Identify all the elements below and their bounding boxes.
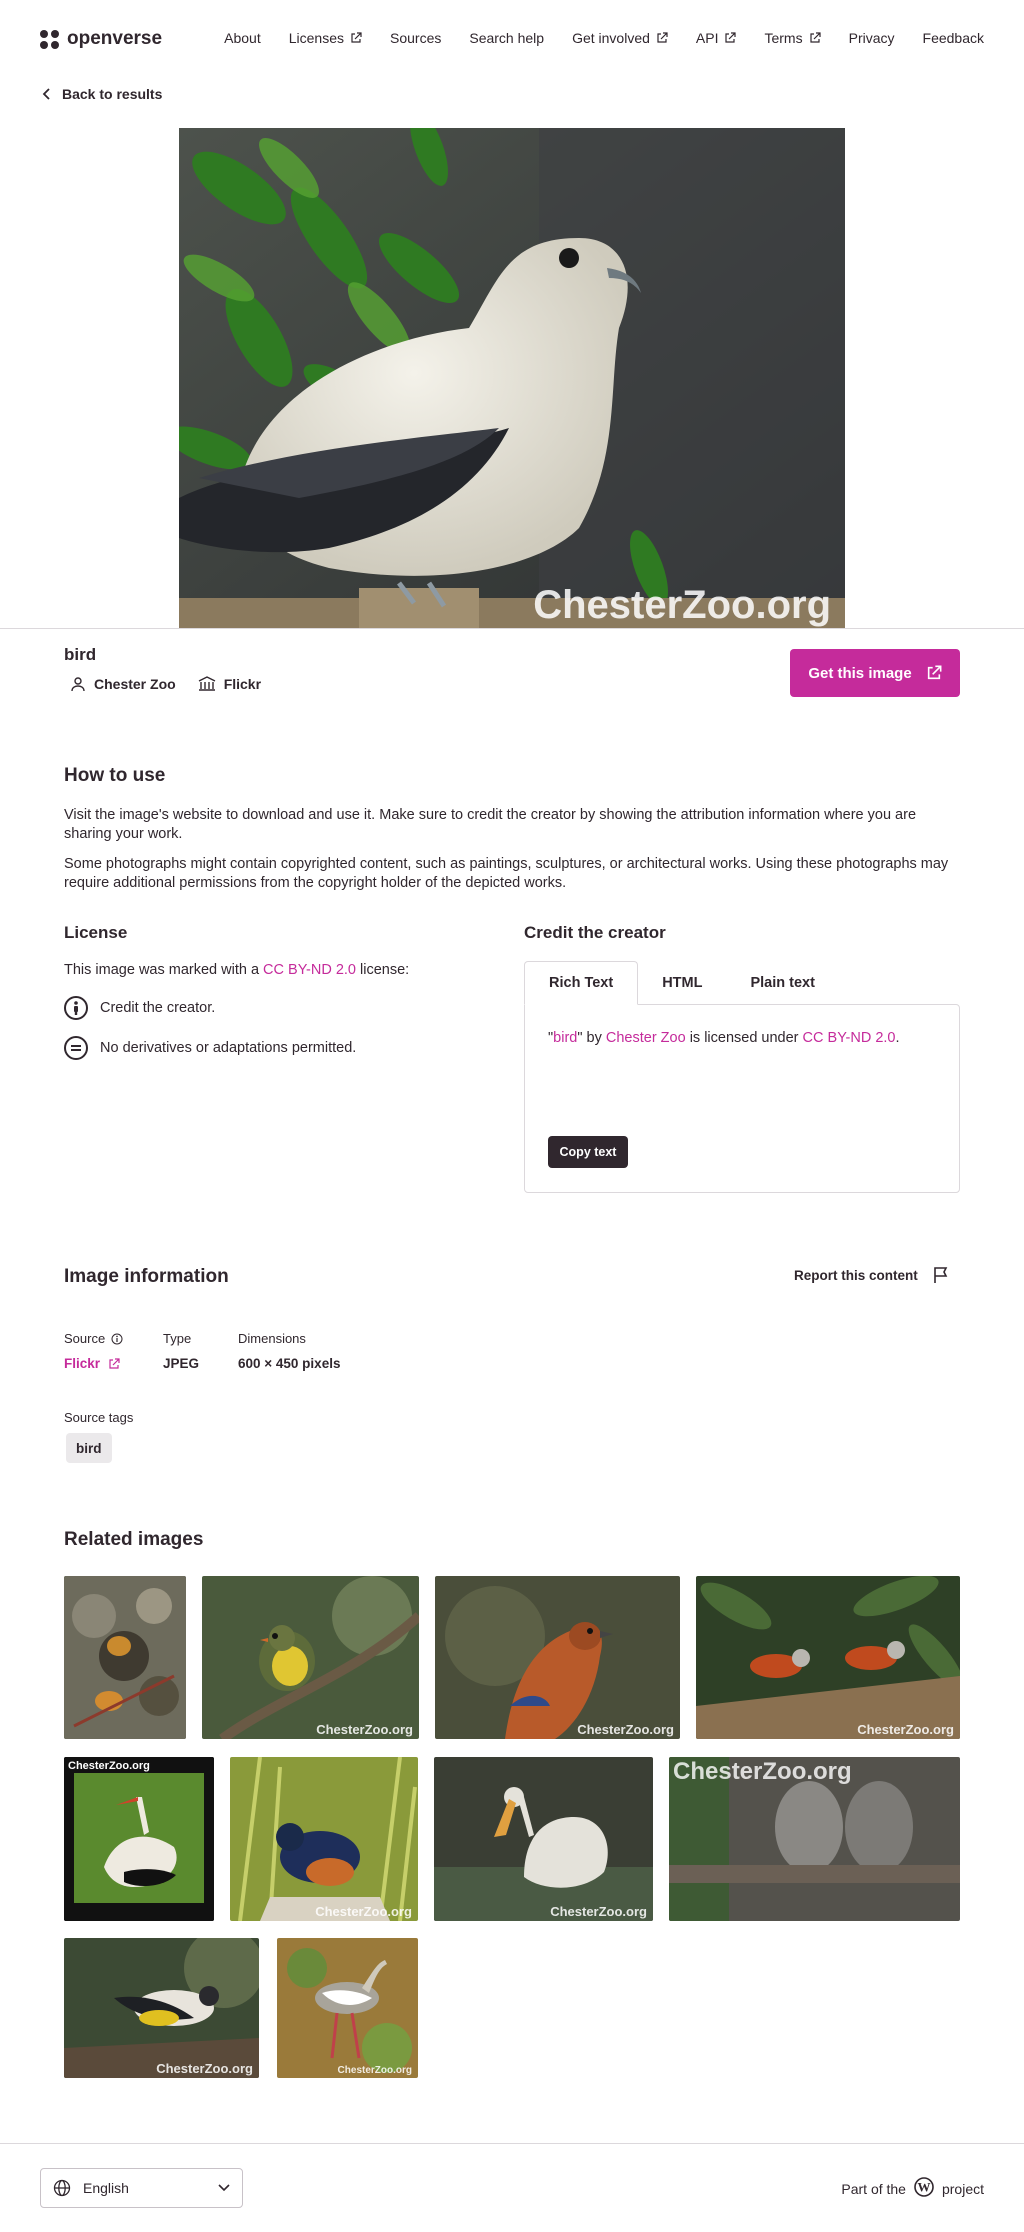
related-image[interactable]: ChesterZoo.org [435, 1576, 680, 1739]
image-title: bird [64, 645, 97, 664]
provider-link[interactable]: Flickr [198, 676, 261, 692]
chevron-down-icon [218, 2184, 230, 2192]
chevron-left-icon [42, 88, 50, 100]
get-this-image-button[interactable]: Get this image [790, 649, 960, 697]
svg-text:ChesterZoo.org: ChesterZoo.org [673, 1758, 852, 1785]
image-information-heading: Image information [64, 1266, 229, 1287]
license-link[interactable]: CC BY-ND 2.0 [263, 962, 356, 978]
related-photo [277, 1938, 418, 2078]
openverse-logo[interactable]: openverse [40, 28, 162, 50]
tab-html[interactable]: HTML [638, 961, 726, 1005]
tag-bird[interactable]: bird [66, 1433, 112, 1463]
external-link-icon [657, 32, 668, 43]
external-link-icon [351, 32, 362, 43]
license-text: This image was marked with a CC BY-ND 2.… [64, 962, 410, 978]
attribution-text: "bird" by Chester Zoo is licensed under … [548, 1030, 900, 1046]
how-to-use-heading: How to use [64, 765, 166, 786]
source-tags-label: Source tags [64, 1410, 134, 1425]
report-content-button[interactable]: Report this content [794, 1266, 950, 1284]
attribution-title-link[interactable]: bird [553, 1030, 577, 1046]
credit-heading: Credit the creator [524, 923, 666, 942]
related-photo: ChesterZoo.org [64, 1757, 214, 1921]
type-label: Type [163, 1331, 192, 1346]
external-link-icon [109, 1357, 120, 1369]
svg-text:ChesterZoo.org: ChesterZoo.org [68, 1760, 150, 1772]
info-icon[interactable] [111, 1333, 123, 1345]
source-label: Source [64, 1331, 123, 1346]
related-photo: ChesterZoo.org [669, 1757, 960, 1921]
nav-terms[interactable]: Terms [764, 30, 821, 46]
tab-plain-text[interactable]: Plain text [726, 961, 838, 1005]
attribution-license-link[interactable]: CC BY-ND 2.0 [803, 1030, 896, 1046]
how-to-use-text-1: Visit the image's website to download an… [64, 807, 917, 842]
person-icon [71, 677, 85, 692]
external-link-icon [725, 32, 737, 43]
site-header: openverse About Licenses Sources Search … [0, 0, 1024, 78]
type-value: JPEG [163, 1356, 200, 1371]
cc-by-icon [64, 996, 88, 1020]
footer-divider [0, 2143, 1024, 2144]
nav-licenses[interactable]: Licenses [289, 30, 362, 46]
license-element-nd: No derivatives or adaptations permitted. [64, 1036, 356, 1060]
pigeon-photo: ChesterZoo.org [179, 128, 845, 628]
logo-text: openverse [67, 28, 163, 49]
attribution-creator-link[interactable]: Chester Zoo [606, 1030, 686, 1046]
related-photo [435, 1576, 680, 1739]
nav-privacy[interactable]: Privacy [849, 30, 895, 46]
credit-tabs: Rich Text HTML Plain text [524, 961, 839, 1005]
nav-about[interactable]: About [224, 30, 261, 46]
nav-get-involved[interactable]: Get involved [572, 30, 668, 46]
dimensions-label: Dimensions [238, 1331, 306, 1346]
wordpress-credit: Part of the W project [841, 2177, 984, 2200]
related-image[interactable]: ChesterZoo.org [434, 1757, 653, 1921]
creator-link[interactable]: Chester Zoo [70, 676, 176, 692]
related-photo [64, 1576, 186, 1739]
nav-api[interactable]: API [696, 30, 737, 46]
how-to-use-text-2: Some photographs might contain copyright… [64, 856, 949, 891]
related-photo [696, 1576, 960, 1739]
related-image[interactable] [64, 1576, 186, 1739]
nav-feedback[interactable]: Feedback [923, 30, 984, 46]
back-to-results-link[interactable]: Back to results [42, 86, 162, 102]
globe-icon [53, 2179, 71, 2197]
svg-text:ChesterZoo.org: ChesterZoo.org [533, 583, 831, 627]
flag-icon [933, 1267, 948, 1283]
license-heading: License [64, 923, 128, 942]
main-nav: About Licenses Sources Search help Get i… [224, 30, 984, 46]
related-image[interactable]: ChesterZoo.org [696, 1576, 960, 1739]
svg-text:W: W [917, 2180, 930, 2195]
divider [0, 628, 1024, 629]
license-element-by: Credit the creator. [64, 996, 215, 1020]
related-photo [202, 1576, 419, 1739]
tab-rich-text[interactable]: Rich Text [524, 961, 639, 1005]
nav-sources[interactable]: Sources [390, 30, 441, 46]
copy-text-button[interactable]: Copy text [548, 1136, 628, 1168]
related-image[interactable]: ChesterZoo.org [277, 1938, 418, 2078]
language-select[interactable]: English [40, 2168, 243, 2208]
related-photo [64, 1938, 259, 2078]
wordpress-logo-icon[interactable]: W [914, 2177, 934, 2200]
image-meta: Chester Zoo Flickr [70, 676, 261, 692]
related-images-heading: Related images [64, 1529, 204, 1550]
related-photo [230, 1757, 418, 1921]
external-link-icon [810, 32, 821, 43]
related-image[interactable]: ChesterZoo.org [230, 1757, 418, 1921]
nav-search-help[interactable]: Search help [469, 30, 544, 46]
related-image[interactable]: ChesterZoo.org [64, 1757, 214, 1921]
institution-icon [198, 676, 216, 691]
cc-nd-icon [64, 1036, 88, 1060]
source-link[interactable]: Flickr [64, 1356, 120, 1371]
related-photo [434, 1757, 653, 1921]
related-image[interactable]: ChesterZoo.org [202, 1576, 419, 1739]
related-image[interactable]: ChesterZoo.org [669, 1757, 960, 1921]
dimensions-value: 600 × 450 pixels [238, 1356, 341, 1371]
main-image[interactable]: ChesterZoo.org [179, 128, 845, 628]
external-link-icon [927, 665, 942, 680]
related-image[interactable]: ChesterZoo.org [64, 1938, 259, 2078]
logo-icon [40, 29, 59, 49]
